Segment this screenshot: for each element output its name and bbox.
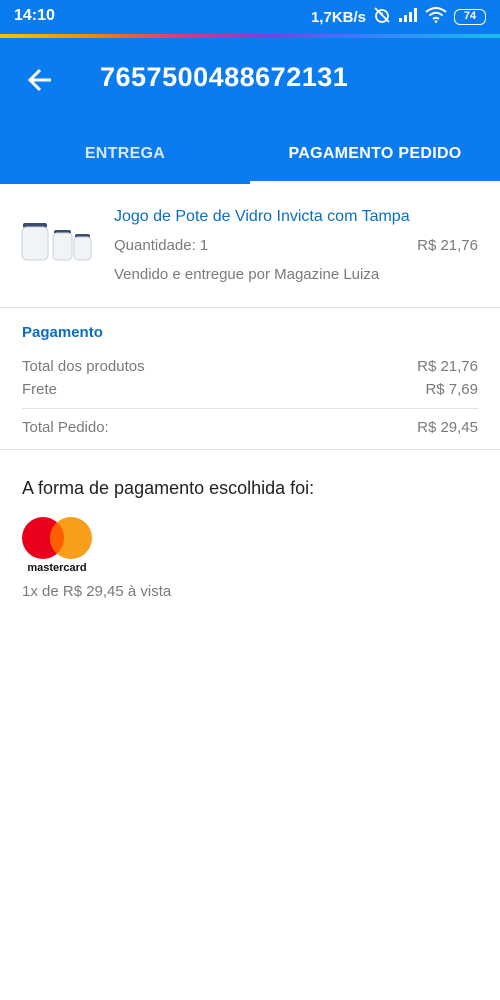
product-seller: Vendido e entregue por Magazine Luiza	[114, 266, 380, 283]
summary-label: Frete	[22, 381, 58, 398]
arrow-left-icon	[27, 68, 51, 92]
mastercard-logo: mastercard	[22, 516, 94, 576]
status-bar: 14:10 1,7KB/s 74	[0, 0, 500, 34]
product-item[interactable]: Jogo de Pote de Vidro Invicta com Tampa …	[0, 184, 500, 308]
glass-jars-image	[21, 223, 92, 261]
summary-label: Total dos produtos	[22, 358, 145, 375]
tab-entrega[interactable]: ENTREGA	[0, 124, 250, 184]
signal-icon	[398, 7, 418, 27]
mastercard-wordmark: mastercard	[27, 562, 87, 574]
total-value: R$ 29,45	[417, 419, 478, 436]
summary-row-products: Total dos produtos R$ 21,76	[22, 358, 478, 375]
page-title: 7657500488672131	[100, 62, 349, 92]
network-speed: 1,7KB/s	[310, 8, 366, 26]
summary-value: R$ 21,76	[417, 358, 478, 375]
product-price: R$ 21,76	[417, 237, 478, 254]
payment-method-heading: A forma de pagamento escolhida foi:	[22, 478, 315, 498]
summary-row-total: Total Pedido: R$ 29,45	[22, 419, 478, 436]
status-time: 14:10	[14, 7, 55, 24]
status-icons: 1,7KB/s 74	[311, 7, 486, 27]
wifi-icon	[425, 7, 447, 27]
alarm-off-icon	[373, 6, 391, 28]
product-quantity: Quantidade: 1	[114, 237, 209, 254]
payment-heading: Pagamento	[22, 324, 103, 341]
installment-info: 1x de R$ 29,45 à vista	[22, 583, 172, 600]
payment-summary: Pagamento Total dos produtos R$ 21,76 Fr…	[0, 308, 500, 450]
tab-pagamento-pedido[interactable]: PAGAMENTO PEDIDO	[250, 124, 500, 184]
product-name[interactable]: Jogo de Pote de Vidro Invicta com Tampa	[114, 208, 410, 226]
battery-icon: 74	[454, 9, 486, 25]
summary-row-shipping: Frete R$ 7,69	[22, 381, 478, 398]
summary-value: R$ 7,69	[425, 381, 478, 398]
app-bar: 7657500488672131 ENTREGA PAGAMENTO PEDID…	[0, 38, 500, 184]
back-button[interactable]	[18, 58, 62, 102]
summary-divider	[22, 408, 478, 409]
mastercard-circles-icon	[22, 517, 92, 559]
total-label: Total Pedido:	[22, 419, 109, 436]
tab-bar: ENTREGA PAGAMENTO PEDIDO	[0, 124, 500, 184]
battery-level: 74	[463, 10, 477, 22]
